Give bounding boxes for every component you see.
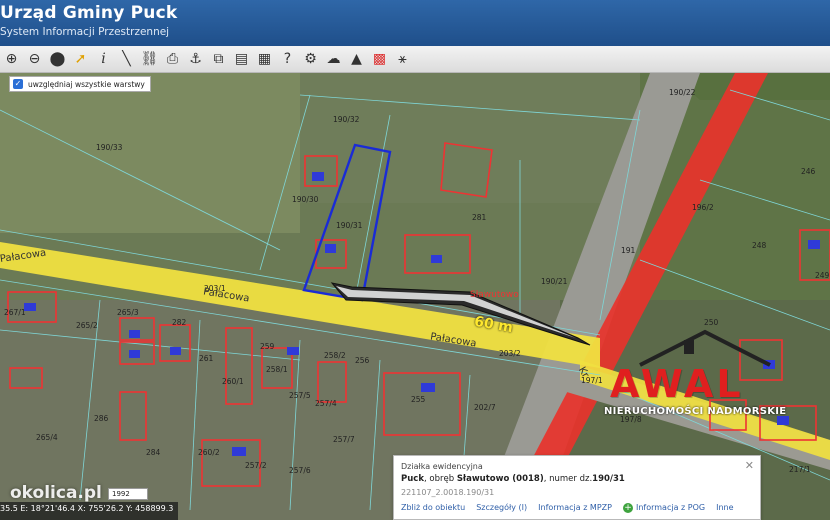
- parcel-label: 260/1: [222, 377, 244, 386]
- parcel-label: 249: [815, 271, 830, 280]
- app-subtitle: System Informacji Przestrzennej: [0, 26, 170, 38]
- table-icon[interactable]: ▤: [230, 48, 253, 71]
- parcel-description: Puck, obręb Sławutowo (0018), numer dz.1…: [401, 474, 625, 484]
- popup-title: Działka ewidencyjna: [401, 462, 483, 471]
- parcel-label: 257/6: [289, 466, 311, 475]
- popup-links: Zbliż do obiektu Szczegóły (I) Informacj…: [401, 503, 734, 513]
- parcel-label: 257/2: [245, 461, 267, 470]
- parcel-label: 265/4: [36, 433, 58, 442]
- parcel-label: 191: [621, 246, 636, 255]
- watermark: okolica.pl: [10, 483, 102, 503]
- parcel-label: 258/2: [324, 351, 346, 360]
- mpzp-info-link[interactable]: Informacja z MPZP: [538, 503, 612, 513]
- print-icon[interactable]: ⎙: [161, 48, 184, 71]
- zoom-to-object-link[interactable]: Zbliż do obiektu: [401, 503, 465, 513]
- parcel-label: 190/22: [669, 88, 696, 97]
- parcel-obreb: Sławutowo (0018): [456, 474, 544, 484]
- parcel-label: 190/31: [336, 221, 363, 230]
- measure-icon[interactable]: ╲: [115, 48, 138, 71]
- parcel-label: 255: [411, 395, 426, 404]
- details-link[interactable]: Szczegóły (I): [476, 503, 527, 513]
- parcel-label: 190/33: [96, 143, 123, 152]
- parcel-label: 248: [752, 241, 767, 250]
- parcel-label: 284: [146, 448, 161, 457]
- place-label: Sławutowo: [470, 290, 519, 300]
- link-icon[interactable]: ⛓: [138, 48, 161, 71]
- info-icon[interactable]: i: [92, 48, 115, 71]
- close-icon[interactable]: ✕: [745, 459, 754, 472]
- parcel-label: 190/21: [541, 277, 568, 286]
- parcel-label: 281: [472, 213, 487, 222]
- all-layers-toggle[interactable]: ✓ uwzględniaj wszystkie warstwy: [9, 76, 151, 92]
- help-icon[interactable]: ?: [276, 48, 299, 71]
- parcel-label: 257/7: [333, 435, 355, 444]
- parcel-label: 282: [172, 318, 187, 327]
- logo-subtitle: NIERUCHOMOŚCI NADMORSKIE: [604, 406, 787, 417]
- other-link[interactable]: Inne: [716, 503, 733, 513]
- parcel-label: 257/5: [289, 391, 311, 400]
- copy-icon[interactable]: ⧉: [207, 48, 230, 71]
- share-icon[interactable]: ⚹: [391, 48, 414, 71]
- anchor-icon[interactable]: ⚓: [184, 48, 207, 71]
- plus-icon: +: [622, 503, 633, 513]
- parcel-label: 259: [260, 342, 275, 351]
- awal-logo: AWAL NIERUCHOMOŚCI NADMORSKIE: [600, 328, 800, 423]
- parcel-label: 256: [355, 356, 370, 365]
- parcel-label: 250: [704, 318, 719, 327]
- parcel-label: 217/1: [789, 465, 811, 474]
- coordinate-readout: 1992 35.5 E: 18°21'46.4 X: 755'26.2 Y: 4…: [0, 488, 178, 520]
- map-drawing: [0, 73, 830, 520]
- parcel-info-popup: Działka ewidencyjna ✕ Puck, obręb Sławut…: [393, 455, 761, 520]
- parcel-label: 190/32: [333, 115, 360, 124]
- parcel-label: 257/4: [315, 399, 337, 408]
- parcel-label: 286: [94, 414, 109, 423]
- app-header: Urząd Gminy Puck System Informacji Przes…: [0, 0, 830, 46]
- parcel-id: 221107_2.0018.190/31: [401, 488, 495, 497]
- scale-input[interactable]: 1992: [108, 488, 148, 500]
- coordinates-text: 35.5 E: 18°21'46.4 X: 755'26.2 Y: 458899…: [0, 504, 174, 513]
- checkbox-icon[interactable]: ✓: [13, 79, 23, 89]
- parcel-label: 265/3: [117, 308, 139, 317]
- zoom-extent-icon[interactable]: ⬤: [46, 48, 69, 71]
- parcel-label: 203/2: [499, 349, 521, 358]
- app-title: Urząd Gminy Puck: [0, 3, 178, 23]
- zoom-out-icon[interactable]: ⊖: [23, 48, 46, 71]
- parcel-label: 202/7: [474, 403, 496, 412]
- parcel-label: 260/2: [198, 448, 220, 457]
- parcel-place: Puck: [401, 474, 424, 484]
- parcel-label: 190/30: [292, 195, 319, 204]
- parcel-label: 265/2: [76, 321, 98, 330]
- logo-word: AWAL: [610, 362, 744, 406]
- pointer-icon[interactable]: ➚: [69, 48, 92, 71]
- layers-icon[interactable]: ▦: [253, 48, 276, 71]
- parcel-label: 261: [199, 354, 214, 363]
- parcel-label: 258/1: [266, 365, 288, 374]
- map-toolbar: ⊕ ⊖ ⬤ ➚ i ╲ ⛓ ⎙ ⚓ ⧉ ▤ ▦ ? ⚙ ☁ ▲ ▩ ⚹: [0, 46, 830, 73]
- settings-icon[interactable]: ⚙: [299, 48, 322, 71]
- parcel-label: 196/2: [692, 203, 714, 212]
- parcel-label: 267/1: [4, 308, 26, 317]
- parcel-label: 246: [801, 167, 816, 176]
- all-layers-label: uwzględniaj wszystkie warstwy: [28, 79, 145, 89]
- parcel-number: 190/31: [592, 474, 625, 484]
- road-icon[interactable]: ▲: [345, 48, 368, 71]
- pog-info-link[interactable]: + Informacja z POG: [622, 503, 705, 513]
- grid-icon[interactable]: ▩: [368, 48, 391, 71]
- upload-icon[interactable]: ☁: [322, 48, 345, 71]
- zoom-in-icon[interactable]: ⊕: [0, 48, 23, 71]
- map-canvas[interactable]: 190/32 190/22 190/33 190/30 190/31 281 2…: [0, 73, 830, 520]
